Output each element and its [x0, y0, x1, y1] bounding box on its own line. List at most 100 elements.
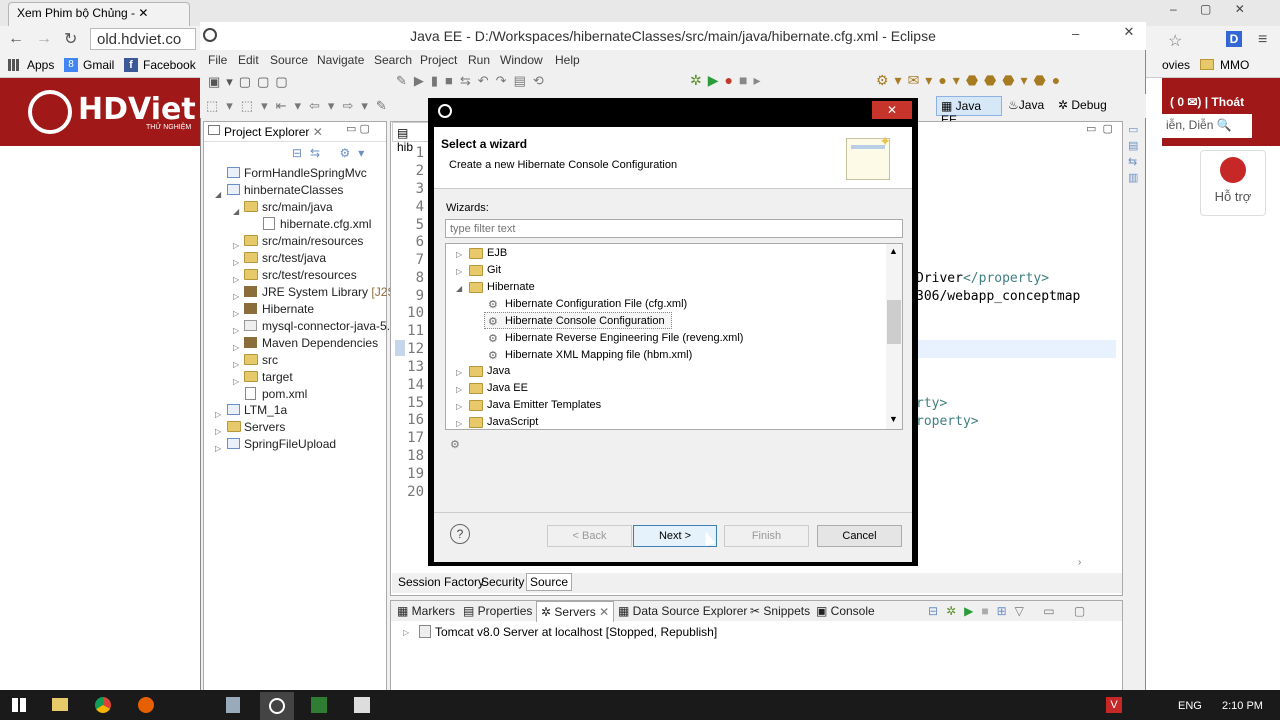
app-icon[interactable] [226, 697, 240, 713]
tree-item-src-main-java[interactable]: src/main/java [262, 200, 333, 214]
server-toolbar-icons[interactable]: ⊟✲▶■⊞▽ ▭ ▢ [928, 604, 1093, 618]
bookmark-mmo[interactable]: MMO [1220, 58, 1249, 72]
bookmark-movies[interactable]: ovies [1162, 58, 1190, 72]
antivirus-icon[interactable]: V [1106, 697, 1122, 713]
firefox-icon[interactable] [138, 697, 154, 713]
tree-item-src-test-resources[interactable]: src/test/resources [262, 268, 357, 282]
tab-data-source-explorer[interactable]: ▦ Data Source Explorer [618, 604, 747, 618]
editor-minmax-icons[interactable]: ▭ ▢ [1086, 122, 1113, 135]
help-icon[interactable]: ? [450, 524, 470, 544]
bookmark-facebook[interactable]: Facebook [143, 58, 196, 72]
wizard-item-hibernate[interactable]: Hibernate [487, 281, 535, 293]
menu-icon[interactable]: ≡ [1258, 31, 1267, 49]
wizard-item-hibernate-console[interactable]: Hibernate Console Configuration [505, 315, 665, 327]
scroll-right-icon[interactable]: › [1078, 557, 1081, 568]
wizard-item-java-emitter[interactable]: Java Emitter Templates [487, 399, 601, 411]
dialog-close-button[interactable]: ✕ [872, 101, 912, 119]
menu-help[interactable]: Help [555, 53, 580, 67]
wizard-item-hibernate-cfg[interactable]: Hibernate Configuration File (cfg.xml) [505, 298, 687, 310]
bookmark-gmail[interactable]: Gmail [83, 58, 114, 72]
site-logo[interactable]: HDViet [78, 92, 196, 127]
wizard-item-ejb[interactable]: EJB [487, 247, 507, 259]
collapse-icon[interactable]: ▷ [456, 250, 462, 259]
tab-console[interactable]: ▣ Console [816, 604, 875, 618]
editor-tab[interactable]: ▤ hib [392, 122, 432, 154]
collapse-icon[interactable]: ▷ [233, 275, 239, 284]
menu-edit[interactable]: Edit [238, 53, 259, 67]
bookmark-apps[interactable]: Apps [27, 58, 54, 72]
collapse-icon[interactable]: ▷ [403, 628, 409, 637]
nav-history-icons[interactable]: ⬚▾⬚▾⇤▾⇦▾⇨▾✎ [206, 98, 395, 114]
browser-tab[interactable]: Xem Phim bộ Chủng - ✕ [8, 2, 190, 26]
menu-project[interactable]: Project [420, 53, 457, 67]
collapse-icon[interactable]: ▷ [215, 444, 221, 453]
tab-session-factory[interactable]: Session Factory [398, 575, 484, 589]
tree-item-ltm-1a[interactable]: LTM_1a [244, 403, 287, 417]
minimize-button[interactable]: – [1072, 26, 1079, 41]
minimize-icon[interactable]: ▭ ▢ [346, 122, 370, 135]
collapse-icon[interactable]: ▷ [233, 292, 239, 301]
tab-servers[interactable]: ✲ Servers ✕ [536, 601, 615, 622]
tree-item-pom-xml[interactable]: pom.xml [262, 387, 307, 401]
expand-icon[interactable]: ◢ [233, 207, 239, 216]
collapse-icon[interactable]: ▷ [456, 402, 462, 411]
collapse-icon[interactable]: ▷ [233, 343, 239, 352]
chrome-icon[interactable] [95, 697, 111, 713]
collapse-icon[interactable]: ▷ [456, 385, 462, 394]
tree-item-springfileupload[interactable]: SpringFileUpload [244, 437, 336, 451]
tab-markers[interactable]: ▦ Markers [397, 604, 455, 618]
close-icon[interactable]: ✕ [313, 125, 323, 139]
clock[interactable]: 2:10 PM [1222, 700, 1263, 712]
app-icon[interactable] [354, 697, 370, 713]
collapse-icon[interactable]: ▷ [233, 377, 239, 386]
collapse-icon[interactable]: ▷ [456, 267, 462, 276]
toolbar-run-icons[interactable]: ✲▶●■▸ [690, 72, 766, 89]
wizard-item-java[interactable]: Java [487, 365, 510, 377]
wizard-item-hibernate-hbm[interactable]: Hibernate XML Mapping file (hbm.xml) [505, 349, 692, 361]
tree-item-formhandlespringmvc[interactable]: FormHandleSpringMvc [244, 166, 367, 180]
forward-arrow-icon[interactable]: → [36, 30, 52, 48]
tab-properties[interactable]: ▤ Properties [463, 604, 532, 618]
close-icon[interactable]: ✕ [599, 605, 609, 619]
menu-search[interactable]: Search [374, 53, 412, 67]
collapse-icon[interactable]: ▷ [233, 258, 239, 267]
tree-item-jre-system-library[interactable]: JRE System Library [J2SE- [262, 285, 407, 299]
tree-item-servers[interactable]: Servers [244, 420, 285, 434]
tree-item-src-test-java[interactable]: src/test/java [262, 251, 326, 265]
collapse-icon[interactable]: ▷ [215, 427, 221, 436]
star-icon[interactable]: ☆ [1168, 31, 1182, 51]
perspective-java[interactable]: ♨Java [1008, 98, 1044, 112]
menu-source[interactable]: Source [270, 53, 308, 67]
tree-item-src-main-resources[interactable]: src/main/resources [262, 234, 363, 248]
scrollbar-thumb[interactable] [887, 300, 901, 344]
wizard-list-scrollbar[interactable]: ▲ ▼ [886, 244, 902, 429]
wizard-filter-input[interactable] [445, 219, 903, 238]
windows-start-icon[interactable] [12, 698, 26, 712]
menu-window[interactable]: Window [500, 53, 543, 67]
wizard-item-hibernate-reveng[interactable]: Hibernate Reverse Engineering File (reve… [505, 332, 743, 344]
back-button[interactable]: < Back [547, 525, 632, 547]
wizard-item-javascript[interactable]: JavaScript [487, 416, 538, 428]
outline-icons[interactable]: ▭ ▤ ⇆ ▥ [1128, 122, 1138, 186]
explorer-toolbar-icons[interactable]: ⊟⇆ ⚙▾ [292, 146, 372, 160]
language-indicator[interactable]: ENG [1178, 700, 1202, 712]
toolbar-icons-mid[interactable]: ✎▶▮■⇆↶↷▤⟲ [396, 73, 551, 89]
toolbar-icons-right[interactable]: ⚙▾✉▾●▾⬣⬣⬣▾⬣● [876, 72, 1066, 89]
tree-item-target[interactable]: target [262, 370, 293, 384]
tab-snippets[interactable]: ✂ Snippets [750, 604, 810, 618]
toolbar-icons-left[interactable]: ▣▾▢▢▢ [208, 74, 294, 90]
collapse-icon[interactable]: ▷ [233, 360, 239, 369]
tree-item-src[interactable]: src [262, 353, 278, 367]
extension-icon[interactable]: D [1226, 31, 1242, 47]
file-explorer-icon[interactable] [52, 698, 68, 711]
server-row[interactable]: Tomcat v8.0 Server at localhost [Stopped… [435, 625, 717, 639]
tree-item-hibernate-cfg-xml[interactable]: hibernate.cfg.xml [280, 217, 371, 231]
collapse-icon[interactable]: ▷ [456, 419, 462, 428]
tab-security[interactable]: Security [481, 575, 524, 589]
address-bar[interactable]: old.hdviet.co [90, 28, 196, 50]
tree-item-mysql-connector[interactable]: mysql-connector-java-5. [262, 319, 390, 333]
perspective-java-ee[interactable]: ▦ Java EE [936, 96, 1002, 127]
scroll-up-icon[interactable]: ▲ [889, 246, 898, 256]
cancel-button[interactable]: Cancel [817, 525, 902, 547]
tree-item-maven-dependencies[interactable]: Maven Dependencies [262, 336, 378, 350]
